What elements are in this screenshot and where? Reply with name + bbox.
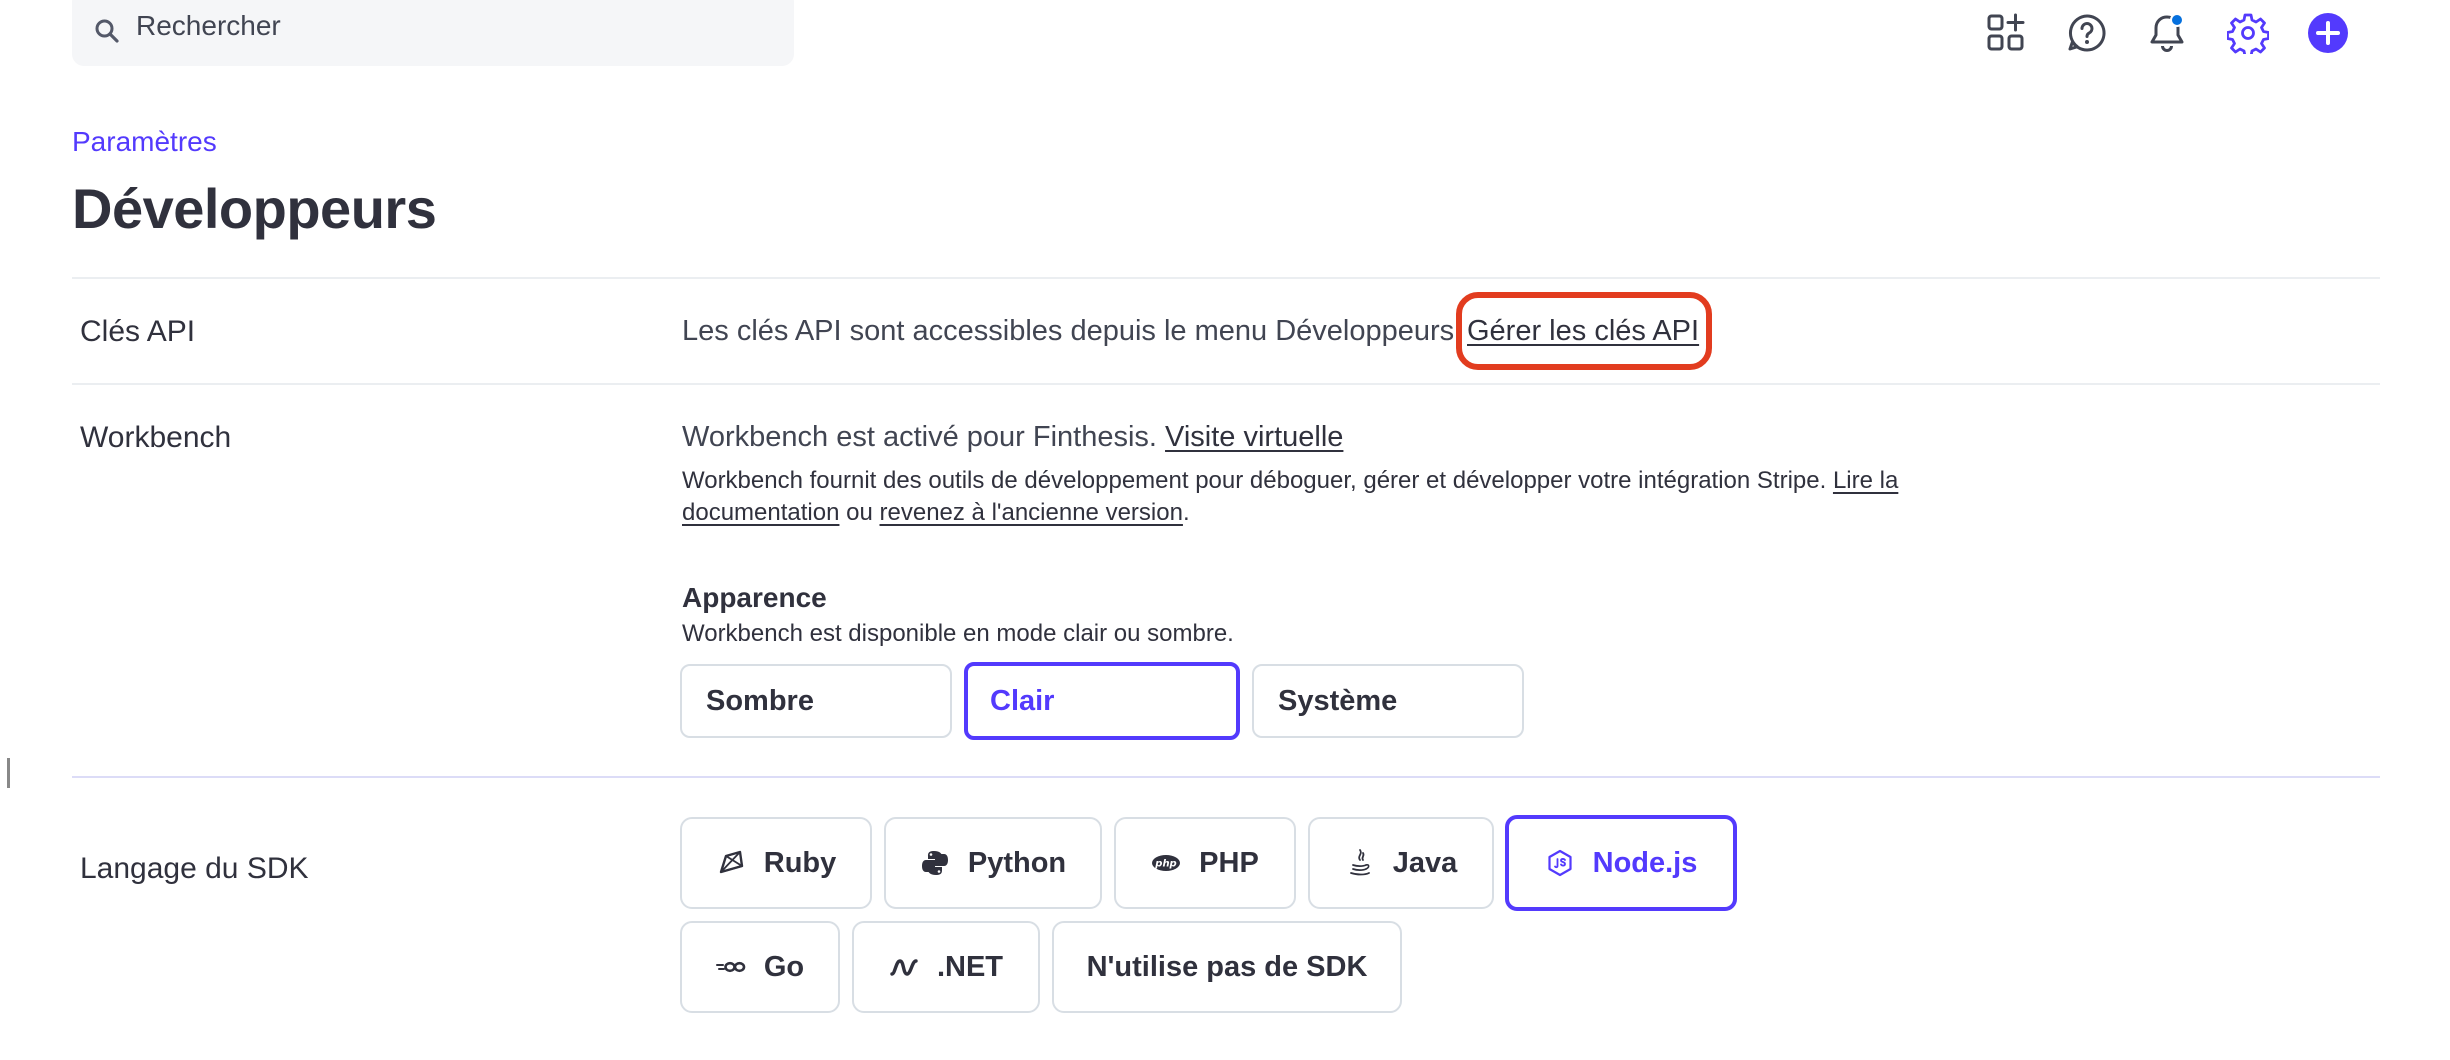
nodejs-icon [1545, 848, 1575, 878]
workbench-status-text: Workbench est activé pour Finthesis. [682, 421, 1157, 453]
appearance-title: Apparence [682, 582, 827, 613]
dotnet-icon [889, 952, 919, 982]
sdk-nodejs-label: Node.js [1592, 846, 1698, 879]
workbench-label: Workbench [80, 421, 232, 454]
api-keys-description: Les clés API sont accessibles depuis le … [682, 315, 1463, 347]
sdk-none-button[interactable]: N'utilise pas de SDK [1052, 921, 1402, 1013]
sdk-ruby-button[interactable]: Ruby [680, 817, 872, 909]
highlight-annotation [1456, 292, 1712, 370]
sdk-go-label: Go [763, 950, 805, 983]
sdk-php-label: PHP [1199, 846, 1259, 879]
sdk-go-button[interactable]: Go [680, 921, 840, 1013]
appearance-system-button[interactable]: Système [1252, 664, 1524, 738]
search-icon [94, 18, 120, 44]
python-icon [920, 848, 950, 878]
sdk-nodejs-button[interactable]: Node.js [1505, 815, 1737, 911]
sdk-java-button[interactable]: Java [1308, 817, 1494, 909]
notifications-icon[interactable] [2146, 12, 2188, 54]
ruby-icon [716, 848, 746, 878]
apps-icon[interactable] [1985, 12, 2027, 54]
workbench-status: Workbench est activé pour Finthesis. Vis… [682, 421, 1343, 454]
java-icon [1345, 848, 1375, 878]
appearance-dark-label: Sombre [706, 684, 814, 717]
divider [72, 383, 2380, 385]
sdk-dotnet-label: .NET [936, 950, 1004, 983]
header-actions [1950, 12, 2450, 56]
page-title: Développeurs [72, 177, 437, 240]
sdk-language-label: Langage du SDK [80, 852, 309, 885]
sdk-ruby-label: Ruby [763, 846, 837, 879]
docs-link-continued[interactable]: documentation [682, 499, 839, 526]
php-icon-text: php [1154, 859, 1176, 870]
appearance-description: Workbench est disponible en mode clair o… [682, 620, 1234, 647]
sdk-python-button[interactable]: Python [884, 817, 1102, 909]
settings-icon[interactable] [2227, 12, 2269, 54]
api-keys-label: Clés API [80, 315, 196, 348]
old-version-link[interactable]: revenez à l'ancienne version [880, 499, 1183, 526]
workbench-description: Workbench fournit des outils de développ… [682, 465, 2022, 529]
sdk-java-label: Java [1392, 846, 1458, 879]
help-icon[interactable] [2066, 12, 2108, 54]
php-icon: php [1151, 848, 1181, 878]
go-icon [715, 952, 746, 982]
text-cursor [7, 758, 10, 788]
docs-link[interactable]: Lire la [1833, 467, 1898, 494]
divider [72, 776, 2380, 778]
api-keys-text: Les clés API sont accessibles depuis le … [682, 315, 1462, 348]
search-input[interactable]: Rechercher [72, 0, 794, 66]
search-placeholder: Rechercher [136, 10, 281, 41]
divider [72, 277, 2380, 279]
workbench-description-text: Workbench fournit des outils de développ… [682, 467, 1827, 494]
appearance-light-label: Clair [990, 684, 1055, 717]
appearance-light-button[interactable]: Clair [964, 662, 1240, 740]
sdk-none-label: N'utilise pas de SDK [1086, 950, 1368, 983]
sdk-php-button[interactable]: php PHP [1114, 817, 1296, 909]
sdk-dotnet-button[interactable]: .NET [852, 921, 1040, 1013]
create-icon[interactable] [2307, 12, 2349, 54]
sdk-python-label: Python [967, 846, 1067, 879]
virtual-tour-link[interactable]: Visite virtuelle [1165, 421, 1343, 453]
top-bar: Rechercher [0, 0, 2450, 68]
period: . [1182, 499, 1190, 526]
breadcrumb[interactable]: Paramètres [72, 126, 217, 158]
appearance-dark-button[interactable]: Sombre [680, 664, 952, 738]
or-text: ou [846, 499, 873, 526]
appearance-system-label: Système [1278, 684, 1398, 717]
